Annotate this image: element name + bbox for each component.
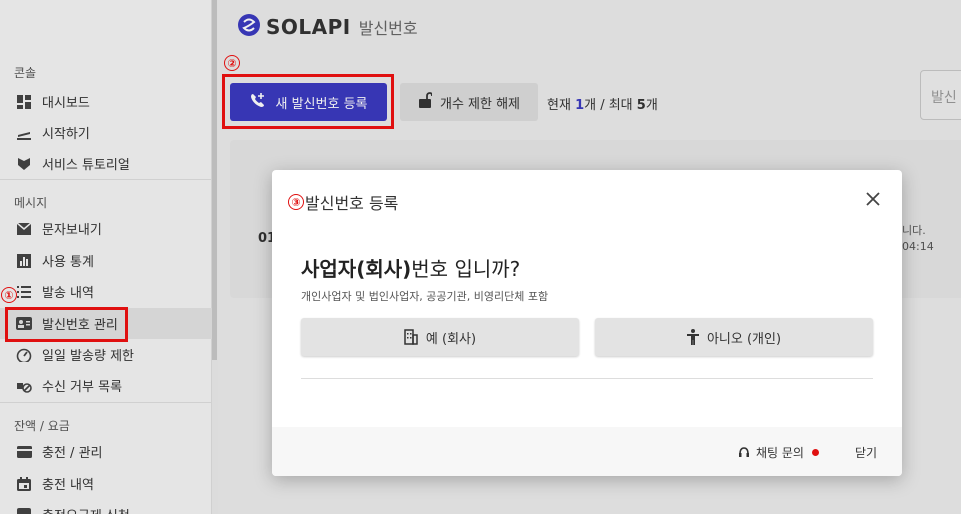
annotation-box-1 (5, 307, 128, 342)
modal-divider (301, 378, 873, 379)
yes-company-button[interactable]: 예 (회사) (301, 318, 579, 356)
modal-description: 개인사업자 및 법인사업자, 공공기관, 비영리단체 포함 (301, 290, 549, 303)
no-personal-button[interactable]: 아니오 (개인) (595, 318, 873, 356)
annotation-number-1: ① (1, 287, 17, 303)
annotation-number-3: ③ (288, 194, 304, 210)
question-rest: 번호 입니까? (411, 257, 521, 281)
notification-dot (811, 449, 819, 456)
modal-question: 사업자(회사)번호 입니까? (301, 253, 520, 282)
chat-inquiry-button[interactable]: 채팅 문의 (738, 444, 819, 461)
close-icon[interactable] (864, 190, 882, 208)
modal-header: ③ 발신번호 등록 (288, 190, 398, 214)
no-personal-label: 아니오 (개인) (706, 331, 782, 347)
chat-inquiry-label: 채팅 문의 (756, 446, 804, 460)
modal-title: 발신번호 등록 (305, 194, 399, 213)
close-button[interactable]: 닫기 (855, 444, 877, 461)
annotation-box-2 (222, 74, 394, 129)
yes-company-label: 예 (회사) (425, 331, 477, 347)
headset-icon (738, 446, 750, 459)
question-bold: 사업자(회사) (301, 257, 412, 281)
annotation-number-2: ② (224, 55, 240, 71)
building-icon (404, 329, 418, 345)
modal-footer: 채팅 문의 닫기 (272, 427, 902, 476)
person-icon (686, 329, 699, 345)
register-number-modal: ③ 발신번호 등록 사업자(회사)번호 입니까? 개인사업자 및 법인사업자, … (272, 170, 902, 476)
